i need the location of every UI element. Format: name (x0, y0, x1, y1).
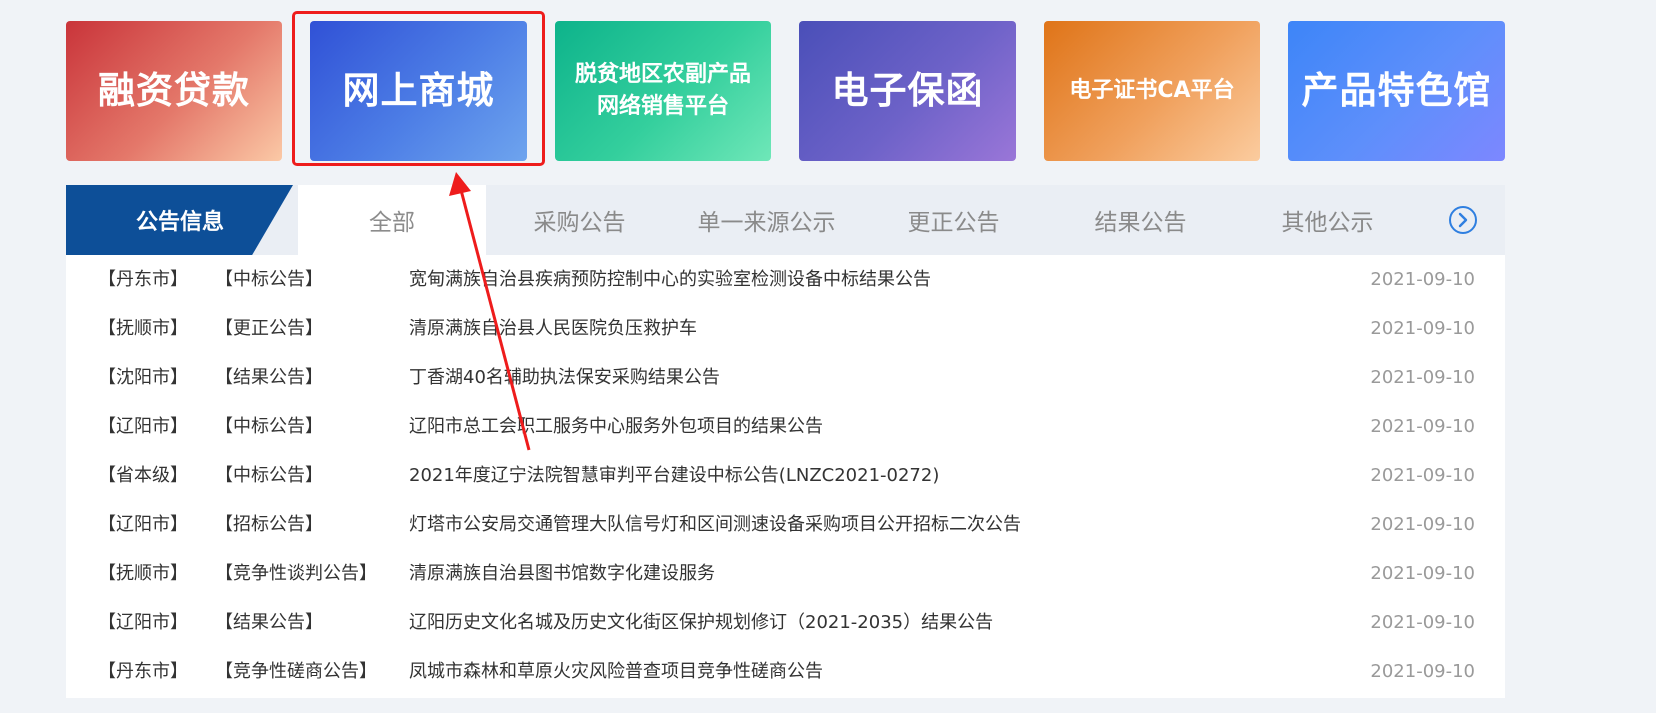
row-city: 【抚顺市】 (98, 563, 188, 584)
row-title-link[interactable]: 清原满族自治县图书馆数字化建设服务 (409, 549, 715, 598)
row-city: 【丹东市】 (98, 661, 188, 682)
row-title-link[interactable]: 丁香湖40名辅助执法保安采购结果公告 (409, 353, 720, 402)
row-title-link[interactable]: 宽甸满族自治县疾病预防控制中心的实验室检测设备中标结果公告 (409, 255, 931, 304)
tile-financing-loan[interactable]: 融资贷款 (66, 21, 282, 161)
list-item[interactable]: 【辽阳市】 【中标公告】 辽阳市总工会职工服务中心服务外包项目的结果公告 202… (66, 402, 1505, 451)
row-date: 2021-09-10 (1370, 563, 1475, 584)
row-type: 【结果公告】 (215, 367, 323, 388)
row-type: 【更正公告】 (215, 318, 323, 339)
annotation-highlight-box (292, 11, 545, 166)
row-city: 【沈阳市】 (98, 367, 188, 388)
row-date: 2021-09-10 (1370, 661, 1475, 682)
row-type: 【结果公告】 (215, 612, 323, 633)
row-type: 【招标公告】 (215, 514, 323, 535)
tab-correction[interactable]: 更正公告 (860, 185, 1047, 255)
tile-label: 产品特色馆 (1301, 68, 1492, 112)
list-item[interactable]: 【抚顺市】 【更正公告】 清原满族自治县人民医院负压救护车 2021-09-10 (66, 304, 1505, 353)
tile-label: 电子证书CA平台 (1069, 77, 1235, 103)
row-city: 【抚顺市】 (98, 318, 188, 339)
row-city: 【辽阳市】 (98, 416, 188, 437)
tile-electronic-guarantee[interactable]: 电子保函 (799, 21, 1016, 161)
tab-result[interactable]: 结果公告 (1047, 185, 1234, 255)
tile-featured-products[interactable]: 产品特色馆 (1288, 21, 1505, 161)
row-type: 【中标公告】 (215, 465, 323, 486)
row-title-link[interactable]: 2021年度辽宁法院智慧审判平台建设中标公告(LNZC2021-0272) (409, 451, 939, 500)
tab-single-source[interactable]: 单一来源公示 (673, 185, 860, 255)
list-item[interactable]: 【丹东市】 【中标公告】 宽甸满族自治县疾病预防控制中心的实验室检测设备中标结果… (66, 255, 1505, 304)
tile-label: 电子保函 (831, 68, 984, 112)
row-type: 【中标公告】 (215, 269, 323, 290)
row-type: 【中标公告】 (215, 416, 323, 437)
row-title-link[interactable]: 辽阳历史文化名城及历史文化街区保护规划修订（2021-2035）结果公告 (409, 598, 993, 647)
row-title-link[interactable]: 灯塔市公安局交通管理大队信号灯和区间测速设备采购项目公开招标二次公告 (409, 500, 1021, 549)
row-title-link[interactable]: 清原满族自治县人民医院负压救护车 (409, 304, 697, 353)
row-date: 2021-09-10 (1370, 367, 1475, 388)
section-title: 公告信息 (66, 185, 293, 255)
list-item[interactable]: 【辽阳市】 【招标公告】 灯塔市公安局交通管理大队信号灯和区间测速设备采购项目公… (66, 500, 1505, 549)
notice-panel: 公告信息 全部 采购公告 单一来源公示 更正公告 结果公告 其他公示 【丹东市】… (66, 185, 1505, 698)
row-title-link[interactable]: 辽阳市总工会职工服务中心服务外包项目的结果公告 (409, 402, 823, 451)
list-item[interactable]: 【丹东市】 【竞争性磋商公告】 凤城市森林和草原火灾风险普查项目竞争性磋商公告 … (66, 647, 1505, 696)
row-type: 【竞争性磋商公告】 (215, 661, 377, 682)
row-city: 【辽阳市】 (98, 612, 188, 633)
row-city: 【省本级】 (98, 465, 188, 486)
tab-procurement[interactable]: 采购公告 (486, 185, 673, 255)
row-date: 2021-09-10 (1370, 318, 1475, 339)
list-item[interactable]: 【抚顺市】 【竞争性谈判公告】 清原满族自治县图书馆数字化建设服务 2021-0… (66, 549, 1505, 598)
chevron-right-circle-icon[interactable] (1448, 205, 1478, 235)
row-date: 2021-09-10 (1370, 612, 1475, 633)
tab-other[interactable]: 其他公示 (1234, 185, 1421, 255)
tile-poverty-area-sales-platform[interactable]: 脱贫地区农副产品网络销售平台 (555, 21, 771, 161)
row-date: 2021-09-10 (1370, 269, 1475, 290)
tile-label: 脱贫地区农副产品网络销售平台 (575, 62, 752, 119)
row-city: 【辽阳市】 (98, 514, 188, 535)
notice-tabbar: 公告信息 全部 采购公告 单一来源公示 更正公告 结果公告 其他公示 (66, 185, 1505, 255)
row-date: 2021-09-10 (1370, 514, 1475, 535)
row-date: 2021-09-10 (1370, 416, 1475, 437)
list-item[interactable]: 【省本级】 【中标公告】 2021年度辽宁法院智慧审判平台建设中标公告(LNZC… (66, 451, 1505, 500)
list-item[interactable]: 【辽阳市】 【结果公告】 辽阳历史文化名城及历史文化街区保护规划修订（2021-… (66, 598, 1505, 647)
row-date: 2021-09-10 (1370, 465, 1475, 486)
row-city: 【丹东市】 (98, 269, 188, 290)
row-type: 【竞争性谈判公告】 (215, 563, 377, 584)
list-item[interactable]: 【沈阳市】 【结果公告】 丁香湖40名辅助执法保安采购结果公告 2021-09-… (66, 353, 1505, 402)
tile-ca-certificate-platform[interactable]: 电子证书CA平台 (1044, 21, 1260, 161)
row-title-link[interactable]: 凤城市森林和草原火灾风险普查项目竞争性磋商公告 (409, 647, 823, 696)
tab-all[interactable]: 全部 (298, 185, 486, 255)
tile-label: 融资贷款 (98, 68, 250, 112)
